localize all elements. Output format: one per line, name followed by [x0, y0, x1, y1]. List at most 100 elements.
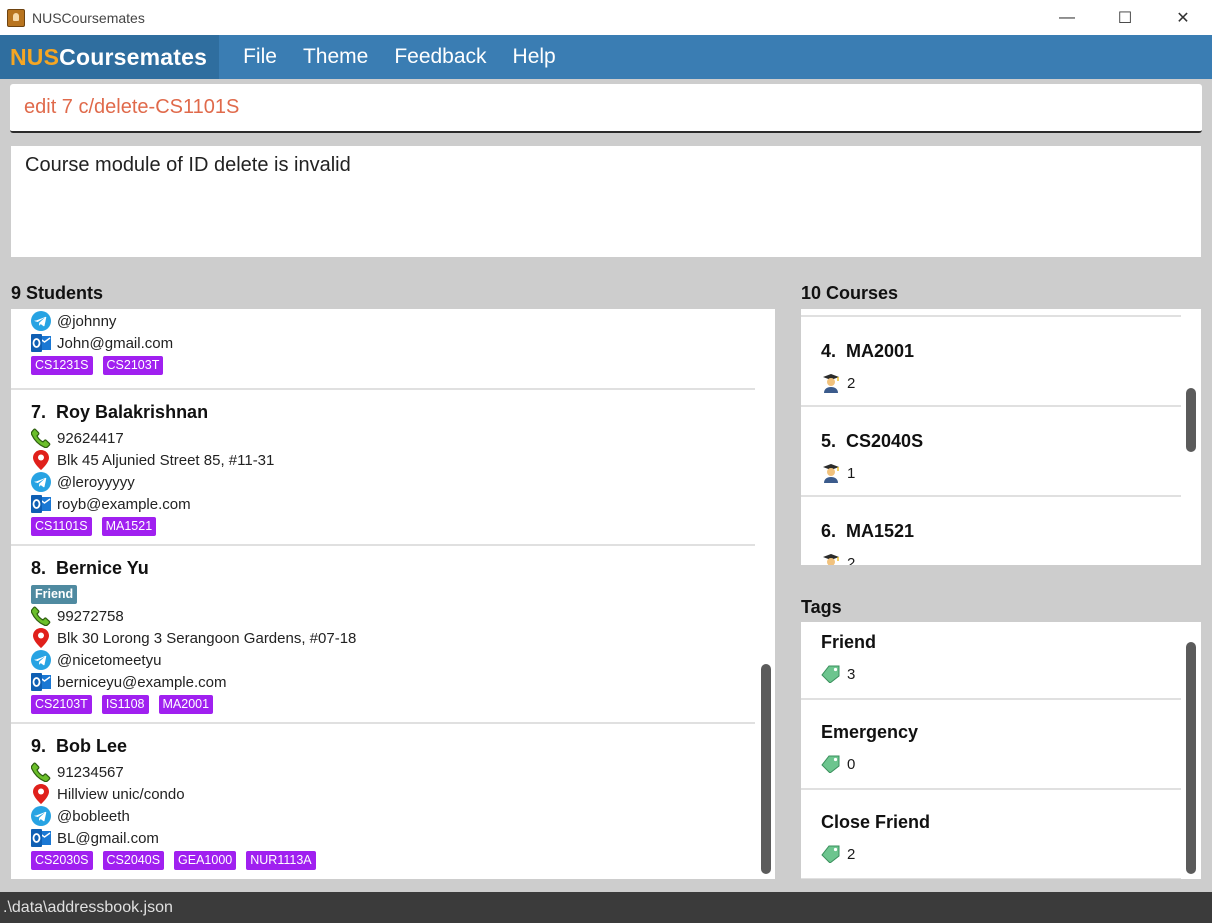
- telegram-row: @bobleeth: [31, 805, 755, 827]
- location-pin-icon: [31, 628, 51, 648]
- outlook-email-icon: [31, 333, 51, 353]
- menu-feedback[interactable]: Feedback: [392, 45, 488, 69]
- menu-help[interactable]: Help: [511, 45, 558, 69]
- address-row: Blk 30 Lorong 3 Serangoon Gardens, #07-1…: [31, 627, 755, 649]
- course-student-count: 2: [821, 553, 1181, 565]
- person-tag: Friend: [31, 584, 78, 604]
- outlook-email-icon: [31, 494, 51, 514]
- phone-number: 92624417: [57, 429, 124, 447]
- course-tag: IS1108: [101, 694, 149, 714]
- course-list[interactable]: 4. MA2001 2 5. CS2040S 1 6. MA1521 2: [801, 309, 1201, 565]
- student-icon: [821, 463, 841, 483]
- email-address: BL@gmail.com: [57, 829, 159, 847]
- tag-card[interactable]: Friend 3: [801, 622, 1181, 700]
- result-text: Course module of ID delete is invalid: [25, 154, 351, 176]
- telegram-handle: @leroyyyyy: [57, 473, 135, 491]
- window-controls: — ☐ ✕: [1038, 0, 1212, 35]
- menu-file[interactable]: File: [241, 45, 279, 69]
- telegram-row: @johnny: [31, 310, 755, 332]
- course-tags: CS2030S CS2040S GEA1000 NUR1113A: [31, 849, 755, 871]
- email-row: John@gmail.com: [31, 332, 755, 354]
- course-code: CS2040S: [846, 431, 924, 451]
- window-title: NUSCoursemates: [32, 9, 145, 26]
- email-address: berniceyu@example.com: [57, 673, 227, 691]
- course-count-value: 2: [847, 374, 856, 392]
- student-index: 9.: [31, 735, 47, 756]
- course-card[interactable]: [801, 309, 1181, 317]
- student-list[interactable]: @johnny John@gmail.com CS1231S CS2103T 7…: [11, 309, 775, 879]
- maximize-button[interactable]: ☐: [1096, 0, 1154, 35]
- tag-card[interactable]: Close Friend 2: [801, 790, 1181, 879]
- student-card[interactable]: 8. Bernice Yu Friend 99272758 Blk 30 Lor…: [11, 546, 755, 724]
- tag-icon: [821, 844, 841, 864]
- email-address: royb@example.com: [57, 495, 191, 513]
- student-card[interactable]: 9. Bob Lee 91234567 Hillview unic/condo …: [11, 724, 755, 879]
- course-count-value: 2: [847, 554, 856, 566]
- course-tag: CS1101S: [31, 516, 92, 536]
- tag-icon: [821, 664, 841, 684]
- telegram-icon: [31, 806, 51, 826]
- phone-icon: [31, 428, 51, 448]
- email-row: berniceyu@example.com: [31, 671, 755, 693]
- phone-row: 91234567: [31, 761, 755, 783]
- person-tags: Friend: [31, 583, 755, 605]
- course-card[interactable]: 6. MA1521 2: [801, 499, 1181, 565]
- course-count-value: 1: [847, 464, 856, 482]
- tag-name: Close Friend: [821, 812, 931, 832]
- phone-row: 92624417: [31, 427, 755, 449]
- student-card[interactable]: 7. Roy Balakrishnan 92624417 Blk 45 Alju…: [11, 390, 755, 546]
- menu-theme[interactable]: Theme: [301, 45, 370, 69]
- course-code: MA2001: [846, 341, 915, 361]
- student-index: 7.: [31, 401, 47, 422]
- course-tag: CS2040S: [102, 850, 165, 870]
- minimize-button[interactable]: —: [1038, 0, 1096, 35]
- course-title: 6. MA1521: [821, 521, 1181, 543]
- course-tag: NUR1113A: [246, 850, 316, 870]
- tag-icon: [821, 754, 841, 774]
- brand-prefix: NUS: [10, 43, 60, 70]
- student-list-scrollbar[interactable]: [761, 664, 771, 874]
- tag-list[interactable]: Friend 3 Emergency 0 Close Friend 2: [801, 622, 1201, 879]
- course-tag: MA2001: [158, 694, 214, 714]
- tag-list-scrollbar[interactable]: [1186, 642, 1196, 874]
- tag-name: Friend: [821, 632, 877, 652]
- course-card[interactable]: 4. MA2001 2: [801, 319, 1181, 407]
- course-tags: CS1101S MA1521: [31, 515, 755, 537]
- student-card[interactable]: @johnny John@gmail.com CS1231S CS2103T: [11, 309, 755, 390]
- tag-count: 2: [821, 844, 1181, 864]
- telegram-icon: [31, 472, 51, 492]
- student-icon: [821, 373, 841, 393]
- tag-count: 0: [821, 754, 1181, 774]
- menu-bar: NUS Coursemates File Theme Feedback Help: [0, 35, 1212, 79]
- telegram-row: @nicetomeetyu: [31, 649, 755, 671]
- student-name: Bob Lee: [56, 735, 128, 756]
- course-tags: CS1231S CS2103T: [31, 354, 755, 376]
- command-input[interactable]: edit 7 c/delete-CS1101S: [10, 84, 1202, 133]
- data-file-path: .\data\addressbook.json: [3, 898, 173, 916]
- student-icon: [821, 553, 841, 565]
- tag-count-value: 2: [847, 845, 856, 863]
- student-index: 8.: [31, 557, 47, 578]
- phone-number: 99272758: [57, 607, 124, 625]
- courses-header: 10 Courses: [801, 283, 899, 303]
- close-button[interactable]: ✕: [1154, 0, 1212, 35]
- course-index: 5.: [821, 431, 837, 451]
- student-name-line: 8. Bernice Yu: [31, 557, 755, 579]
- student-name: Bernice Yu: [56, 557, 149, 578]
- student-name-line: 7. Roy Balakrishnan: [31, 401, 755, 423]
- course-list-scrollbar[interactable]: [1186, 388, 1196, 452]
- address-text: Hillview unic/condo: [57, 785, 185, 803]
- course-student-count: 2: [821, 373, 1181, 393]
- app-icon: [7, 8, 25, 27]
- students-header: 9 Students: [11, 283, 104, 303]
- result-display[interactable]: Course module of ID delete is invalid: [11, 146, 1201, 257]
- brand-suffix: Coursemates: [59, 43, 208, 70]
- phone-icon: [31, 606, 51, 626]
- email-address: John@gmail.com: [57, 334, 174, 352]
- student-name: Roy Balakrishnan: [56, 401, 209, 422]
- course-index: 6.: [821, 521, 837, 541]
- tag-card[interactable]: Emergency 0: [801, 700, 1181, 790]
- outlook-email-icon: [31, 672, 51, 692]
- location-pin-icon: [31, 784, 51, 804]
- course-card[interactable]: 5. CS2040S 1: [801, 409, 1181, 497]
